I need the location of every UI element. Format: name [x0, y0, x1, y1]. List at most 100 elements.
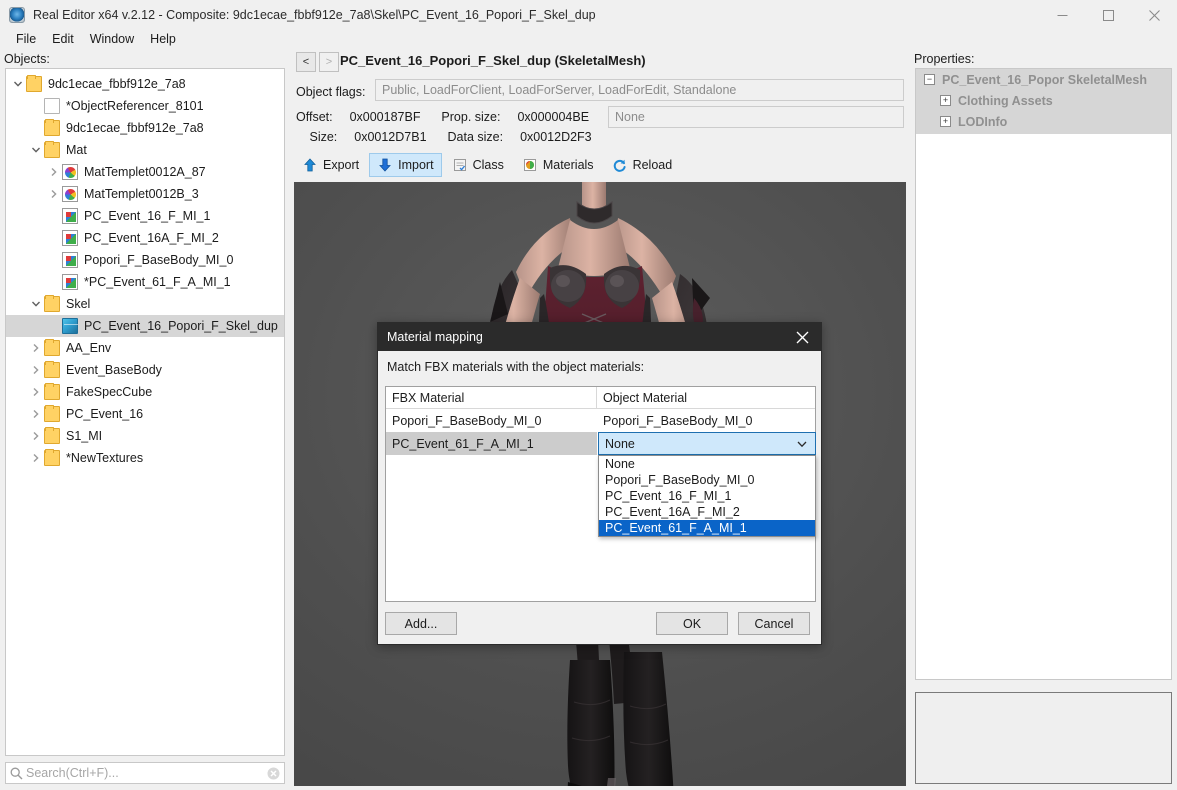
tree-item-pc-event-16-popori-f-skel-dup[interactable]: PC_Event_16_Popori_F_Skel_dup	[6, 315, 284, 337]
search-bar[interactable]	[5, 762, 285, 784]
chevron-right-icon[interactable]	[46, 161, 62, 183]
combobox-value: None	[605, 436, 635, 451]
tree-item-pc-event-16-f-mi-1[interactable]: PC_Event_16_F_MI_1	[6, 205, 284, 227]
collapse-icon[interactable]: −	[924, 74, 935, 85]
tree-item-label: PC_Event_16_F_MI_1	[84, 209, 211, 223]
tree-item-fakespeccube[interactable]: FakeSpecCube	[6, 381, 284, 403]
expand-icon[interactable]: +	[940, 116, 951, 127]
class-button[interactable]: Class	[444, 153, 512, 177]
combobox-option[interactable]: None	[599, 456, 815, 472]
menu-item-window[interactable]: Window	[82, 31, 142, 47]
cell-object-material[interactable]: Popori_F_BaseBody_MI_0	[597, 409, 815, 432]
nav-back-button[interactable]: <	[296, 52, 316, 72]
tree-item-mattemplet0012a-87[interactable]: MatTemplet0012A_87	[6, 161, 284, 183]
combobox-option[interactable]: PC_Event_16A_F_MI_2	[599, 504, 815, 520]
combobox-option[interactable]: Popori_F_BaseBody_MI_0	[599, 472, 815, 488]
reload-button[interactable]: Reload	[604, 153, 681, 177]
tree-item-label: MatTemplet0012A_87	[84, 165, 206, 179]
material-mapping-table: FBX Material Object Material Popori_F_Ba…	[385, 386, 816, 602]
tree-item-label: PC_Event_16	[66, 407, 144, 421]
add-button[interactable]: Add...	[385, 612, 457, 635]
tree-item-label: Skel	[66, 297, 91, 311]
object-material-combobox[interactable]: None	[598, 432, 816, 455]
chevron-right-icon[interactable]	[28, 337, 44, 359]
table-row[interactable]: Popori_F_BaseBody_MI_0 Popori_F_BaseBody…	[386, 409, 815, 432]
chevron-down-icon[interactable]	[28, 139, 44, 161]
tree-item-event-basebody[interactable]: Event_BaseBody	[6, 359, 284, 381]
close-button[interactable]	[1131, 0, 1177, 30]
export-button[interactable]: Export	[294, 153, 367, 177]
table-header-row: FBX Material Object Material	[386, 387, 815, 409]
property-item-pc-event-16-popor-skeletalmesh[interactable]: − PC_Event_16_Popor SkeletalMesh	[916, 69, 1171, 90]
dialog-close-button[interactable]	[783, 323, 821, 351]
folder-icon	[44, 295, 60, 312]
objects-tree-panel[interactable]: 9dc1ecae_fbbf912e_7a8 *ObjectReferencer_8…	[5, 68, 285, 756]
chevron-right-icon[interactable]	[28, 425, 44, 447]
tree-item-mat[interactable]: Mat	[6, 139, 284, 161]
properties-tree-panel[interactable]: − PC_Event_16_Popor SkeletalMesh + Clothing…	[915, 68, 1172, 680]
chevron-right-icon[interactable]	[46, 183, 62, 205]
folder-icon	[26, 75, 42, 92]
property-item-lodinfo[interactable]: + LODInfo	[916, 111, 1171, 132]
combobox-option[interactable]: PC_Event_16_F_MI_1	[599, 488, 815, 504]
menu-item-file[interactable]: File	[8, 31, 44, 47]
menu-bar: File Edit Window Help	[0, 30, 1177, 48]
window-title: Real Editor x64 v.2.12 - Composite: 9dc1…	[33, 8, 596, 22]
folder-icon	[44, 449, 60, 466]
tree-item-label: AA_Env	[66, 341, 112, 355]
material-instance-icon	[62, 208, 78, 224]
arrow-down-icon	[377, 157, 393, 173]
maximize-button[interactable]	[1085, 0, 1131, 30]
search-input[interactable]	[26, 766, 262, 780]
title-bar: Real Editor x64 v.2.12 - Composite: 9dc1…	[0, 0, 1177, 30]
exp-flags-field: None	[608, 106, 904, 128]
chevron-down-icon[interactable]	[10, 73, 26, 95]
material-icon	[62, 164, 78, 180]
property-item-clothing-assets[interactable]: + Clothing Assets	[916, 90, 1171, 111]
tree-item-9dc1ecae-fbbf912e-7a8[interactable]: 9dc1ecae_fbbf912e_7a8	[6, 73, 284, 95]
chevron-right-icon[interactable]	[28, 447, 44, 469]
tree-item--newtextures[interactable]: *NewTextures	[6, 447, 284, 469]
materials-button[interactable]: Materials	[514, 153, 602, 177]
material-instance-icon	[62, 252, 78, 268]
tree-item-skel[interactable]: Skel	[6, 293, 284, 315]
chevron-down-icon[interactable]	[28, 293, 44, 315]
nav-forward-button[interactable]: >	[319, 52, 339, 72]
chevron-right-icon[interactable]	[28, 403, 44, 425]
material-instance-icon	[62, 230, 78, 246]
tree-item-mattemplet0012b-3[interactable]: MatTemplet0012B_3	[6, 183, 284, 205]
search-icon	[6, 767, 26, 780]
folder-icon	[44, 339, 60, 356]
tree-item--objectreferencer-8101[interactable]: *ObjectReferencer_8101	[6, 95, 284, 117]
tree-item-9dc1ecae-fbbf912e-7a8[interactable]: 9dc1ecae_fbbf912e_7a8	[6, 117, 284, 139]
property-item-label: Clothing Assets	[958, 93, 1053, 108]
property-item-label: LODInfo	[958, 114, 1008, 129]
app-logo-icon	[9, 7, 25, 23]
ok-button[interactable]: OK	[656, 612, 728, 635]
tree-item-label: Event_BaseBody	[66, 363, 162, 377]
menu-item-edit[interactable]: Edit	[44, 31, 82, 47]
navigation-buttons: < >	[296, 52, 339, 72]
combobox-options-list[interactable]: None Popori_F_BaseBody_MI_0 PC_Event_16_F_…	[598, 455, 816, 537]
expand-icon[interactable]: +	[940, 95, 951, 106]
minimize-button[interactable]	[1039, 0, 1085, 30]
object-toolbar: Export Import Class Materials Reload	[294, 152, 680, 178]
chevron-right-icon[interactable]	[28, 359, 44, 381]
combobox-option[interactable]: PC_Event_61_F_A_MI_1	[599, 520, 815, 536]
tree-item-popori-f-basebody-mi-0[interactable]: Popori_F_BaseBody_MI_0	[6, 249, 284, 271]
cancel-button[interactable]: Cancel	[738, 612, 810, 635]
folder-icon	[44, 427, 60, 444]
tree-item-label: Popori_F_BaseBody_MI_0	[84, 253, 234, 267]
size-meta-row: Size: 0x0012D7B1 Data size: 0x0012D2F3	[296, 130, 591, 144]
tree-item-s1-mi[interactable]: S1_MI	[6, 425, 284, 447]
menu-item-help[interactable]: Help	[142, 31, 184, 47]
clear-search-icon[interactable]	[262, 767, 284, 780]
tree-item-aa-env[interactable]: AA_Env	[6, 337, 284, 359]
import-label: Import	[398, 158, 434, 172]
tree-item--pc-event-61-f-a-mi-1[interactable]: *PC_Event_61_F_A_MI_1	[6, 271, 284, 293]
tree-item-pc-event-16[interactable]: PC_Event_16	[6, 403, 284, 425]
tree-item-pc-event-16a-f-mi-2[interactable]: PC_Event_16A_F_MI_2	[6, 227, 284, 249]
import-button[interactable]: Import	[369, 153, 442, 177]
size-value: 0x0012D7B1	[354, 130, 427, 144]
chevron-right-icon[interactable]	[28, 381, 44, 403]
